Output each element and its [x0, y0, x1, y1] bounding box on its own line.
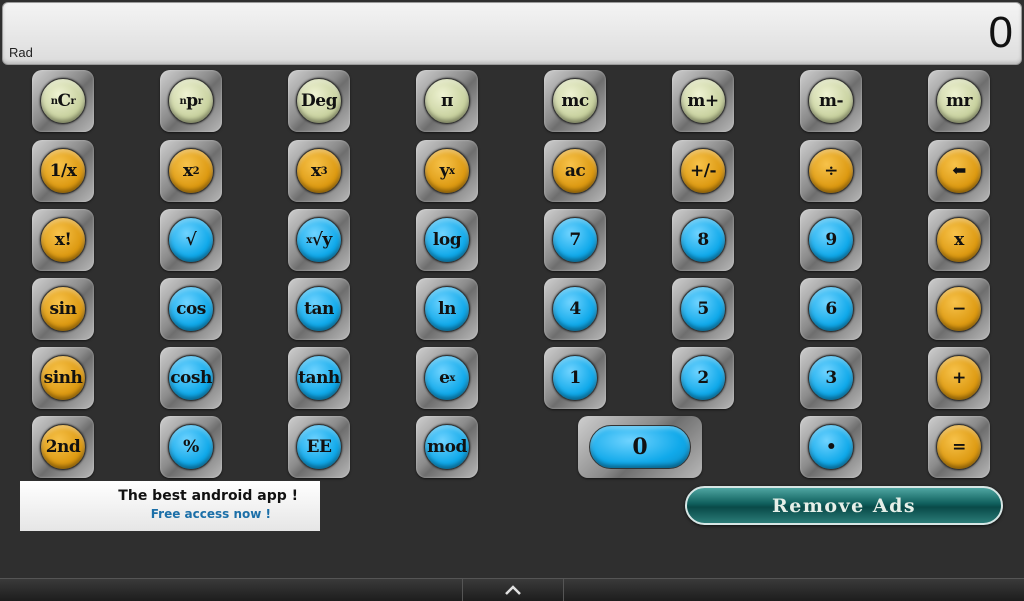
- subtract-button[interactable]: −: [928, 278, 990, 340]
- backspace-button[interactable]: ⬅: [928, 140, 990, 202]
- nav-handle[interactable]: [462, 579, 564, 601]
- sign-toggle-button[interactable]: +/-: [672, 140, 734, 202]
- sin-button[interactable]: sin: [32, 278, 94, 340]
- calculator-display: Rad 0: [2, 2, 1022, 65]
- ad-subline: Free access now !: [150, 507, 271, 521]
- digit-6-button[interactable]: 6: [800, 278, 862, 340]
- digit-9-button[interactable]: 9: [800, 209, 862, 271]
- exp-button[interactable]: ex: [416, 347, 478, 409]
- square-button[interactable]: x2: [160, 140, 222, 202]
- second-function-button[interactable]: 2nd: [32, 416, 94, 478]
- ln-button[interactable]: ln: [416, 278, 478, 340]
- reciprocal-button[interactable]: 1/x: [32, 140, 94, 202]
- pi-button[interactable]: π: [416, 70, 478, 132]
- memory-recall-button[interactable]: mr: [928, 70, 990, 132]
- decimal-point-button[interactable]: •: [800, 416, 862, 478]
- deg-button[interactable]: Deg: [288, 70, 350, 132]
- digit-0-button[interactable]: 0: [578, 416, 702, 478]
- digit-4-button[interactable]: 4: [544, 278, 606, 340]
- log-button[interactable]: log: [416, 209, 478, 271]
- remove-ads-button[interactable]: Remove Ads: [685, 486, 1003, 525]
- digit-7-button[interactable]: 7: [544, 209, 606, 271]
- divide-button[interactable]: ÷: [800, 140, 862, 202]
- digit-8-button[interactable]: 8: [672, 209, 734, 271]
- add-button[interactable]: +: [928, 347, 990, 409]
- cube-button[interactable]: x3: [288, 140, 350, 202]
- backspace-arrow-icon: ⬅: [936, 148, 982, 194]
- memory-clear-button[interactable]: mc: [544, 70, 606, 132]
- ncr-button[interactable]: nCr: [32, 70, 94, 132]
- percent-button[interactable]: %: [160, 416, 222, 478]
- npr-button[interactable]: npr: [160, 70, 222, 132]
- tanh-button[interactable]: tanh: [288, 347, 350, 409]
- ee-button[interactable]: EE: [288, 416, 350, 478]
- ad-banner[interactable]: The best android app ! Free access now !: [20, 481, 320, 531]
- memory-add-button[interactable]: m+: [672, 70, 734, 132]
- system-nav-bar: [0, 578, 1024, 601]
- chevron-up-icon: [505, 585, 521, 595]
- tan-button[interactable]: tan: [288, 278, 350, 340]
- ad-headline: The best android app !: [118, 488, 298, 504]
- angle-mode-label: Rad: [9, 45, 33, 60]
- power-button[interactable]: yx: [416, 140, 478, 202]
- square-root-button[interactable]: √: [160, 209, 222, 271]
- all-clear-button[interactable]: ac: [544, 140, 606, 202]
- xth-root-button[interactable]: x √y: [288, 209, 350, 271]
- equals-button[interactable]: =: [928, 416, 990, 478]
- factorial-button[interactable]: x!: [32, 209, 94, 271]
- memory-subtract-button[interactable]: m-: [800, 70, 862, 132]
- cos-button[interactable]: cos: [160, 278, 222, 340]
- digit-2-button[interactable]: 2: [672, 347, 734, 409]
- multiply-button[interactable]: x: [928, 209, 990, 271]
- mod-button[interactable]: mod: [416, 416, 478, 478]
- cosh-button[interactable]: cosh: [160, 347, 222, 409]
- digit-5-button[interactable]: 5: [672, 278, 734, 340]
- digit-1-button[interactable]: 1: [544, 347, 606, 409]
- digit-3-button[interactable]: 3: [800, 347, 862, 409]
- sinh-button[interactable]: sinh: [32, 347, 94, 409]
- display-value: 0: [988, 8, 1013, 57]
